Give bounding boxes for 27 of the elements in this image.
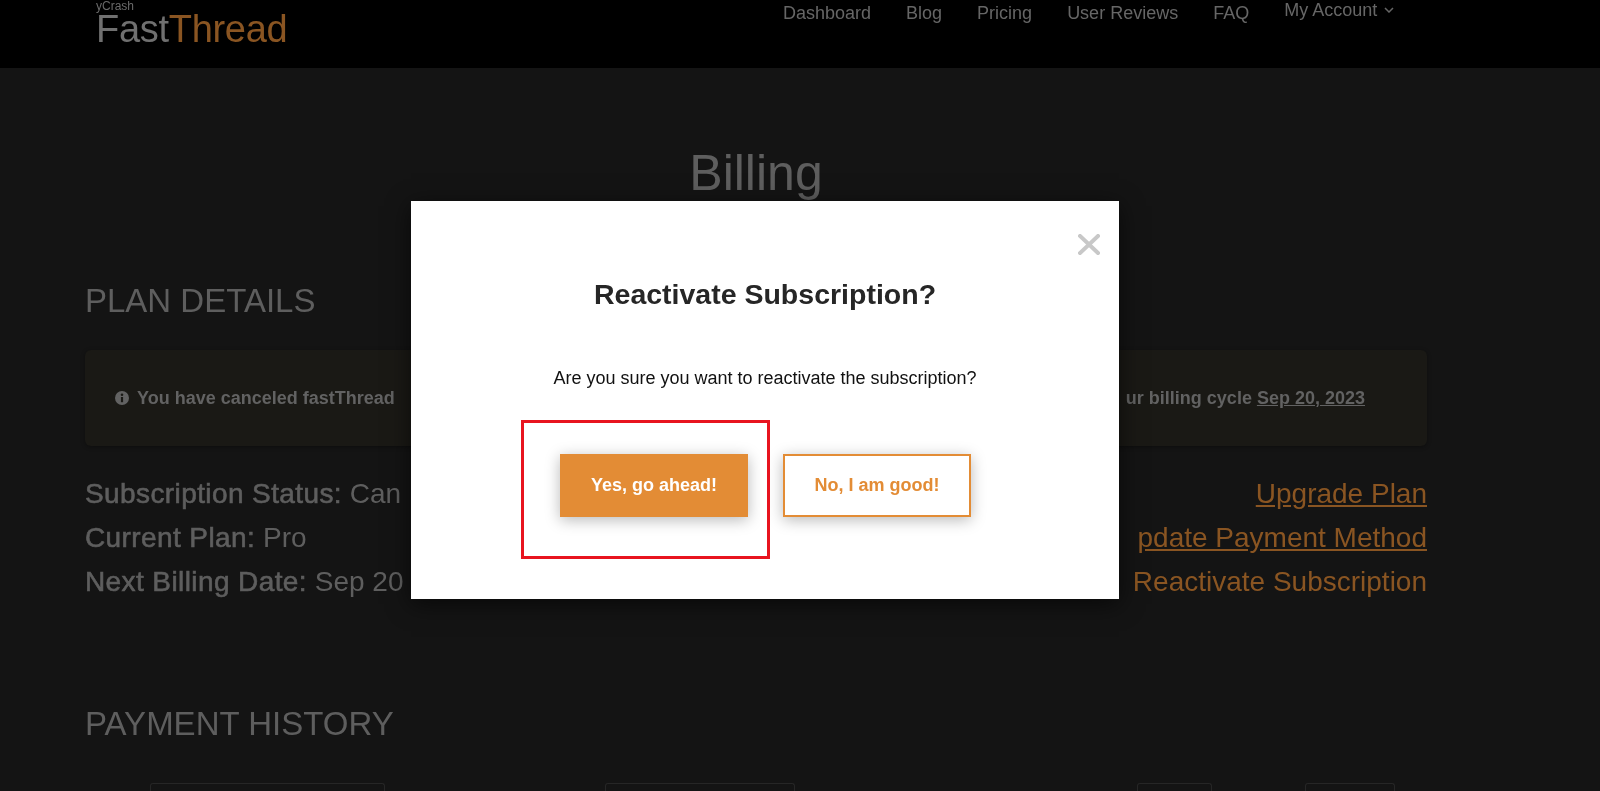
text-link[interactable]: pdate Payment Method bbox=[1137, 516, 1427, 560]
notice-text: ur billing cycle Sep 20, 2023 bbox=[1125, 387, 1365, 410]
nav-link[interactable]: FAQ bbox=[1213, 2, 1250, 24]
modal-message: Are you sure you want to reactivate the subscription? bbox=[553, 367, 977, 390]
section-heading: PAYMENT HISTORY bbox=[85, 705, 394, 743]
info-icon bbox=[115, 391, 129, 405]
nav-link[interactable]: Blog bbox=[906, 2, 943, 24]
page-title: Billing bbox=[689, 145, 823, 201]
account-menu[interactable]: My Account bbox=[1284, 0, 1395, 21]
section-heading: PLAN DETAILS bbox=[85, 282, 316, 320]
nav-link[interactable]: Pricing bbox=[977, 2, 1033, 24]
close-icon bbox=[1078, 234, 1100, 255]
logo-tagline: yCrash bbox=[96, 0, 134, 12]
detail-text: Next Billing Date: Sep 20 bbox=[85, 565, 404, 599]
chevron-down-icon bbox=[1384, 7, 1395, 13]
text-link[interactable]: Upgrade Plan bbox=[1255, 472, 1427, 516]
date-link[interactable]: Sep 20, 2023 bbox=[1256, 388, 1365, 408]
close-button[interactable] bbox=[1078, 234, 1100, 255]
detail-text: Subscription Status: Can bbox=[85, 477, 402, 511]
nav-link[interactable]: User Reviews bbox=[1067, 2, 1179, 24]
confirm-button[interactable]: Yes, go ahead! bbox=[560, 454, 748, 517]
nav-link[interactable]: Dashboard bbox=[783, 2, 872, 24]
detail-text: Current Plan: Pro bbox=[85, 521, 307, 555]
text-link[interactable]: Reactivate Subscription bbox=[1132, 560, 1427, 604]
cancel-button[interactable]: No, I am good! bbox=[783, 454, 971, 517]
notice-text: You have canceled fastThread bbox=[137, 387, 395, 410]
modal-title: Reactivate Subscription? bbox=[593, 277, 937, 311]
